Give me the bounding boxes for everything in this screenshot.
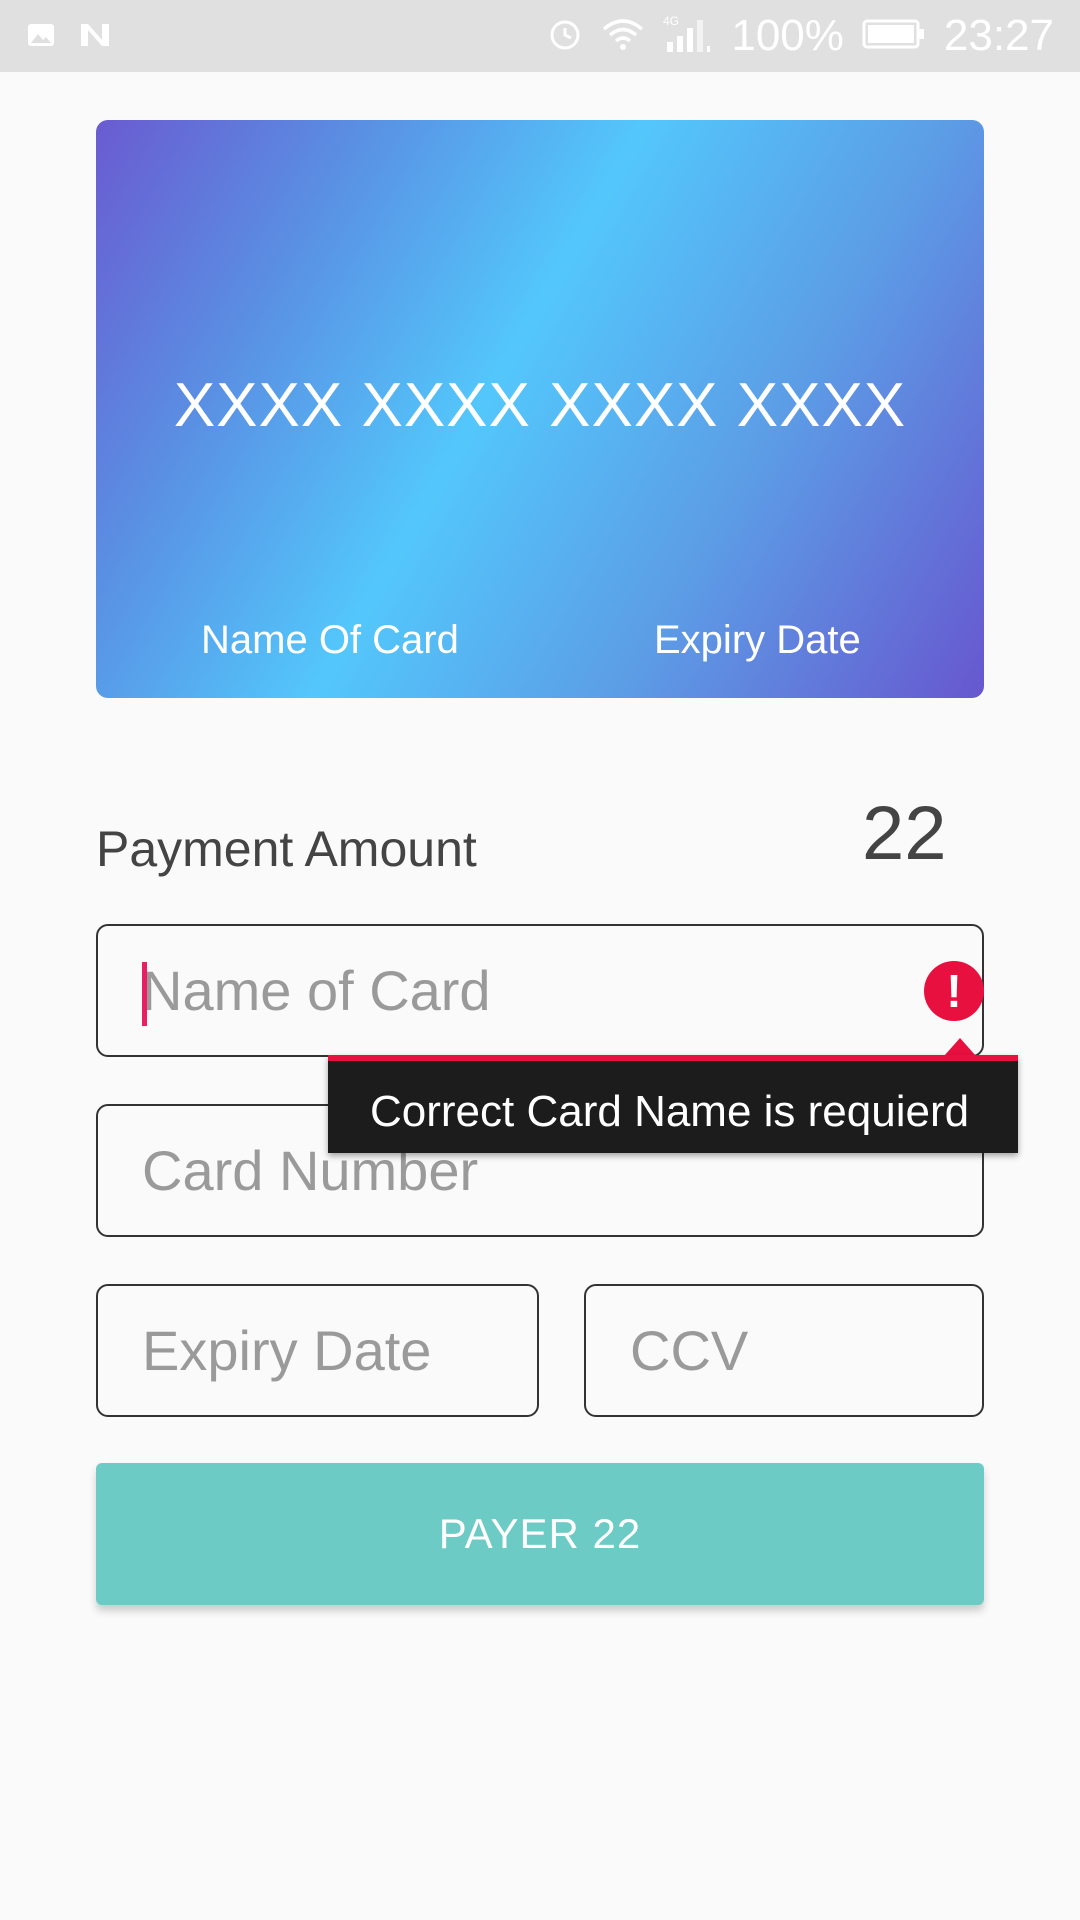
card-expiry-display: Expiry Date — [654, 618, 861, 662]
image-icon — [26, 20, 56, 55]
error-tooltip: Correct Card Name is requierd — [328, 1055, 1018, 1153]
error-tooltip-text: Correct Card Name is requierd — [370, 1087, 970, 1136]
battery-icon — [862, 18, 926, 55]
status-bar: 4G 100% 23:27 — [0, 0, 1080, 72]
tooltip-arrow — [944, 1038, 976, 1056]
n-notification-icon — [78, 20, 112, 55]
card-number-display: XXXX XXXX XXXX XXXX — [173, 371, 907, 440]
battery-percentage: 100% — [731, 11, 844, 60]
signal-4g-icon: 4G — [663, 14, 713, 59]
payment-amount-value: 22 — [862, 791, 947, 876]
payment-amount-label: Payment Amount — [96, 821, 477, 877]
pay-button[interactable]: PAYER 22 — [96, 1463, 984, 1605]
card-name-input[interactable] — [98, 926, 982, 1055]
alarm-icon — [547, 16, 583, 57]
expiry-date-input[interactable] — [98, 1286, 537, 1415]
clock: 23:27 — [943, 11, 1054, 60]
ccv-input[interactable] — [586, 1286, 982, 1415]
error-icon[interactable]: ! — [924, 961, 984, 1021]
card-name-field: ! — [96, 924, 984, 1057]
expiry-date-field — [96, 1284, 539, 1417]
card-name-display: Name Of Card — [201, 618, 459, 662]
ccv-field — [584, 1284, 984, 1417]
wifi-icon — [601, 17, 645, 56]
text-cursor — [142, 962, 147, 1026]
credit-card-preview: XXXX XXXX XXXX XXXX Name Of Card Expiry … — [96, 120, 984, 698]
network-label: 4G — [663, 14, 679, 28]
